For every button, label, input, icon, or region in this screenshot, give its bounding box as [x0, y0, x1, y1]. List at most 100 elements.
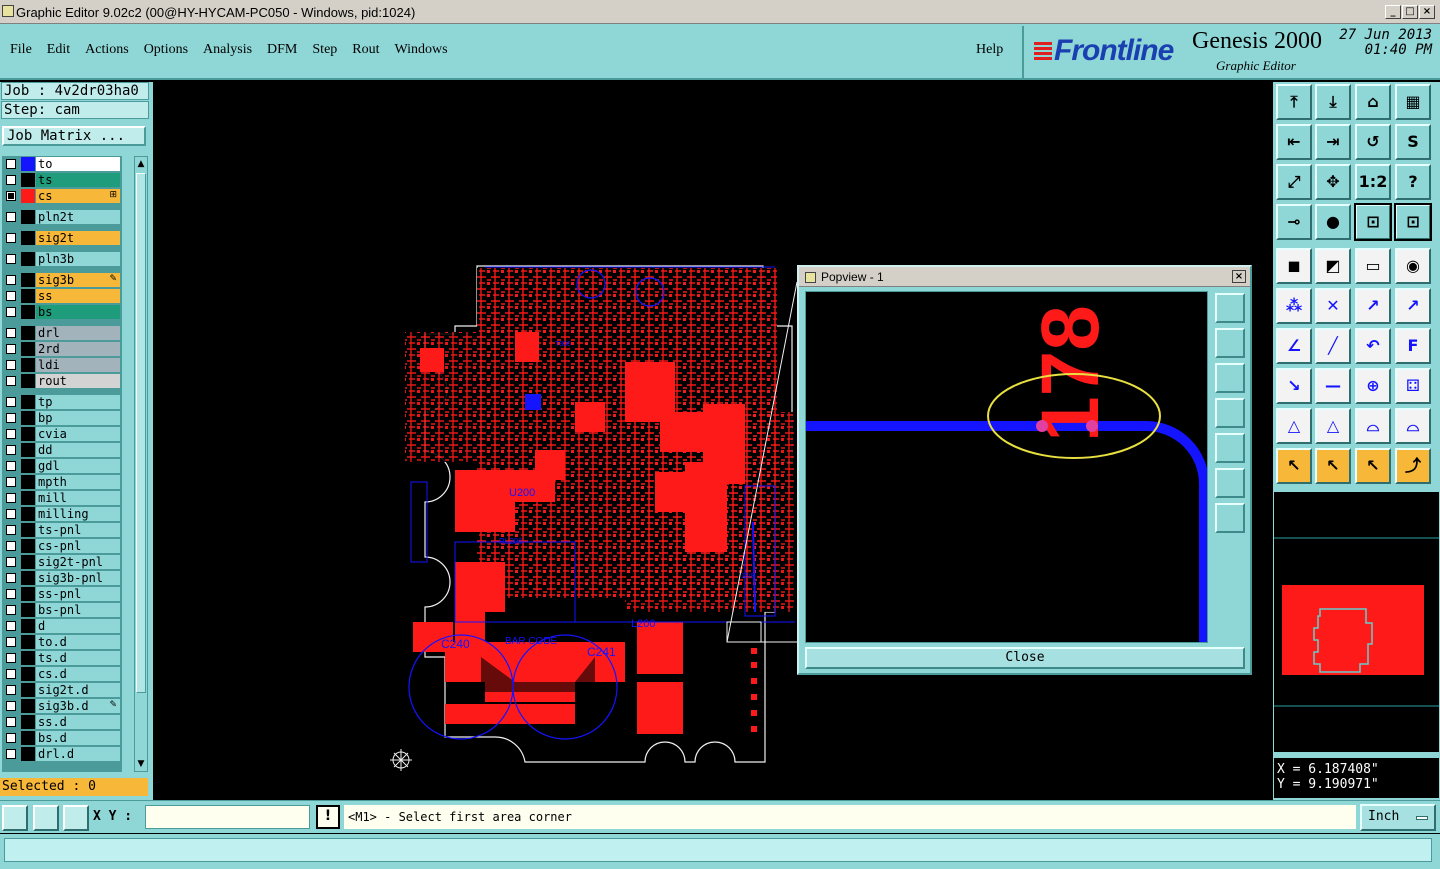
layer-checkbox[interactable] [6, 637, 16, 647]
layer-row-gdl[interactable]: gdl [2, 458, 122, 474]
help-icon[interactable]: ? [1395, 164, 1431, 200]
save-icon[interactable]: ⤓ [1315, 84, 1351, 120]
layer-row-bs-pnl[interactable]: bs-pnl [2, 602, 122, 618]
layer-row-dd[interactable]: dd [2, 442, 122, 458]
menu-step[interactable]: Step [312, 42, 337, 58]
segment-icon[interactable]: — [1315, 368, 1351, 404]
layer-checkbox[interactable] [6, 429, 16, 439]
line-icon[interactable]: ∠ [1276, 328, 1312, 364]
popview-close-button[interactable]: Close [805, 647, 1245, 669]
layer-color-swatch[interactable] [21, 747, 35, 761]
menu-help[interactable]: Help [976, 42, 1003, 58]
layer-name[interactable]: sig3b-pnl [36, 571, 120, 585]
layer-checkbox[interactable] [6, 233, 16, 243]
layer-row-cvia[interactable]: cvia [2, 426, 122, 442]
angle-mode-icon[interactable] [33, 805, 59, 831]
layer-color-swatch[interactable] [21, 587, 35, 601]
layer-color-swatch[interactable] [21, 427, 35, 441]
layer-color-swatch[interactable] [21, 683, 35, 697]
maximize-button[interactable]: □ [1402, 5, 1418, 19]
layer-color-swatch[interactable] [21, 395, 35, 409]
layer-checkbox[interactable] [6, 621, 16, 631]
layer-color-swatch[interactable] [21, 326, 35, 340]
menu-windows[interactable]: Windows [395, 42, 448, 58]
pointer-circle-icon[interactable]: ↖ [1355, 448, 1391, 484]
scroll-thumb[interactable] [136, 173, 146, 693]
undo-io-icon[interactable]: ↺ [1355, 124, 1391, 160]
layer-color-swatch[interactable] [21, 358, 35, 372]
snap-mode-icon[interactable] [2, 805, 28, 831]
grid-mode-icon[interactable] [63, 805, 89, 831]
resize-icon[interactable]: ⊕ [1355, 368, 1391, 404]
zoom-xy-icon[interactable]: ▦ [1395, 84, 1431, 120]
layer-checkbox[interactable] [6, 397, 16, 407]
export-icon[interactable]: ⇥ [1315, 124, 1351, 160]
layer-name[interactable]: bs.d [36, 731, 120, 745]
menu-file[interactable]: File [10, 42, 32, 58]
layer-row-sig3b.d[interactable]: sig3b.d ✎ [2, 698, 122, 714]
pointer-select-icon[interactable]: ↖ [1315, 448, 1351, 484]
layer-color-swatch[interactable] [21, 635, 35, 649]
layer-row-cs-pnl[interactable]: cs-pnl [2, 538, 122, 554]
layer-color-swatch[interactable] [21, 619, 35, 633]
layer-row-sig3b-pnl[interactable]: sig3b-pnl [2, 570, 122, 586]
layer-name[interactable]: ts-pnl [36, 523, 120, 537]
text-icon[interactable]: F [1395, 328, 1431, 364]
layer-checkbox[interactable] [6, 589, 16, 599]
zoom-1to1-icon[interactable]: 1:2 [1355, 164, 1391, 200]
layer-row-bs[interactable]: bs [2, 304, 122, 320]
layer-name[interactable]: bs [36, 305, 120, 319]
warning-icon[interactable]: ! [316, 805, 340, 829]
layer-name[interactable]: ss.d [36, 715, 120, 729]
layer-checkbox[interactable] [6, 461, 16, 471]
arch-icon[interactable]: ⌓ [1355, 408, 1391, 444]
layer-checkbox[interactable] [6, 557, 16, 567]
net-select-alt-icon[interactable]: ⊡ [1394, 203, 1432, 241]
layer-color-swatch[interactable] [21, 374, 35, 388]
layer-checkbox[interactable] [6, 701, 16, 711]
layer-name[interactable]: d [36, 619, 120, 633]
layer-color-swatch[interactable] [21, 475, 35, 489]
layer-checkbox[interactable] [6, 307, 16, 317]
layer-color-swatch[interactable] [21, 459, 35, 473]
layer-row-ts[interactable]: ts [2, 172, 122, 188]
job-matrix-button[interactable]: Job Matrix ... [2, 126, 146, 146]
scroll-up-icon[interactable]: ▲ [136, 158, 146, 170]
popview-pan-left-icon[interactable] [1215, 398, 1245, 428]
layer-name[interactable]: 2rd [36, 342, 120, 356]
layer-name[interactable]: sig2t.d [36, 683, 120, 697]
layer-name[interactable]: bp [36, 411, 120, 425]
arc-icon[interactable]: ↶ [1355, 328, 1391, 364]
layer-checkbox[interactable] [6, 477, 16, 487]
layer-color-swatch[interactable] [21, 539, 35, 553]
popview-title-bar[interactable]: Popview - 1 × [799, 267, 1250, 287]
pointer-icon[interactable]: ↖ [1276, 448, 1312, 484]
layer-color-swatch[interactable] [21, 305, 35, 319]
layer-name[interactable]: mill [36, 491, 120, 505]
layer-checkbox[interactable] [6, 493, 16, 503]
layer-color-swatch[interactable] [21, 157, 35, 171]
layer-checkbox[interactable] [6, 749, 16, 759]
layer-name[interactable]: gdl [36, 459, 120, 473]
layer-name[interactable]: rout [36, 374, 120, 388]
layer-color-swatch[interactable] [21, 252, 35, 266]
layer-row-mpth[interactable]: mpth [2, 474, 122, 490]
layer-name[interactable]: sig2t [36, 231, 120, 245]
layer-row-to[interactable]: to [2, 156, 122, 172]
layer-row-ldi[interactable]: ldi [2, 357, 122, 373]
layer-checkbox[interactable] [6, 573, 16, 583]
measure-icon[interactable]: ⊸ [1276, 204, 1312, 240]
layer-name[interactable]: mpth [36, 475, 120, 489]
layer-color-swatch[interactable] [21, 699, 35, 713]
layer-checkbox[interactable] [6, 413, 16, 423]
layer-row-ss.d[interactable]: ss.d [2, 714, 122, 730]
layer-row-bs.d[interactable]: bs.d [2, 730, 122, 746]
layer-name[interactable]: pln3b [36, 252, 120, 266]
arch-alt-icon[interactable]: ⌓ [1395, 408, 1431, 444]
layer-row-mill[interactable]: mill [2, 490, 122, 506]
layer-name[interactable]: ts [36, 173, 120, 187]
layer-scrollbar[interactable]: ▲ ▼ [134, 156, 148, 772]
layer-color-swatch[interactable] [21, 289, 35, 303]
layer-row-ts-pnl[interactable]: ts-pnl [2, 522, 122, 538]
layer-name[interactable]: ts.d [36, 651, 120, 665]
